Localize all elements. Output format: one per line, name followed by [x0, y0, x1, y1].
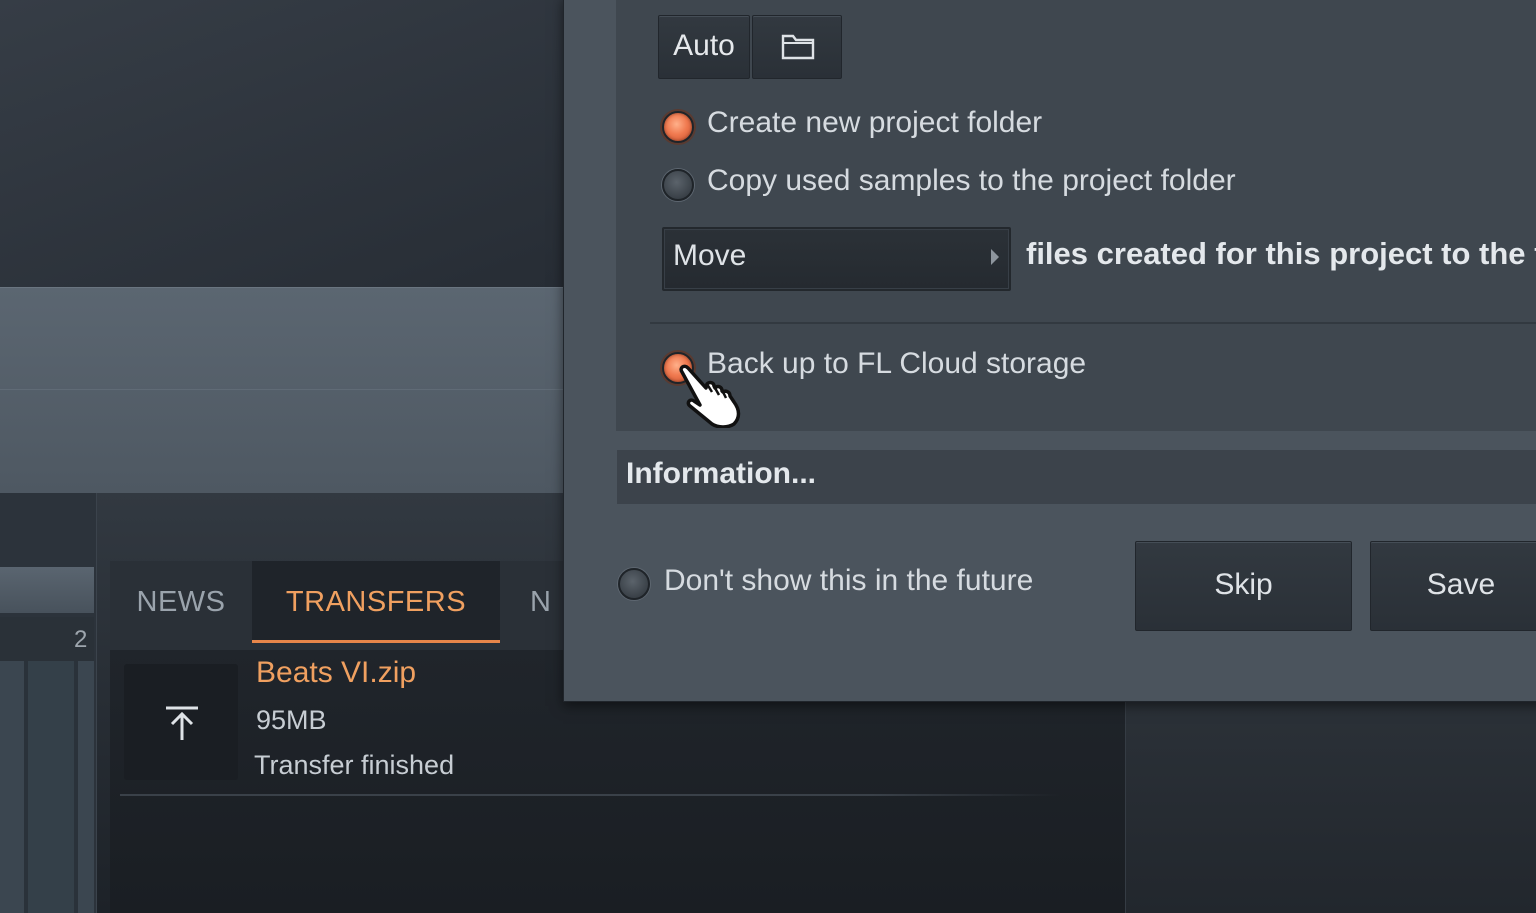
background-toolbar-band [0, 287, 565, 494]
skip-button[interactable]: Skip [1135, 541, 1352, 631]
transfer-file-size: 95MB [256, 705, 327, 735]
information-label: Information... [626, 457, 816, 490]
create-folder-label[interactable]: Create new project folder [707, 106, 1042, 140]
transfer-file-name[interactable]: Beats VI.zip [256, 656, 416, 690]
list-divider [120, 794, 1060, 796]
background-right-panel [1125, 700, 1536, 913]
dont-show-radio[interactable] [618, 568, 650, 600]
transfer-status: Transfer finished [254, 750, 455, 780]
options-divider [650, 322, 1536, 324]
auto-button[interactable]: Auto [658, 15, 750, 79]
create-folder-radio[interactable] [662, 111, 694, 143]
background-divider [0, 389, 565, 390]
playlist-track-grid [0, 661, 94, 913]
dont-show-label[interactable]: Don't show this in the future [664, 564, 1033, 598]
copy-samples-radio[interactable] [662, 169, 694, 201]
tab-transfers[interactable]: TRANSFERS [252, 561, 500, 643]
hand-cursor-icon [679, 364, 741, 428]
move-dropdown[interactable]: Move [662, 227, 1011, 291]
background-workspace [0, 0, 565, 287]
timeline-bar-number: 2 [74, 626, 88, 653]
move-description: files created for this project to the fo [1026, 236, 1536, 271]
upload-icon [166, 706, 198, 740]
save-button[interactable]: Save [1370, 541, 1536, 631]
move-dropdown-value: Move [673, 239, 747, 272]
copy-samples-label[interactable]: Copy used samples to the project folder [707, 164, 1236, 198]
backup-cloud-label[interactable]: Back up to FL Cloud storage [707, 347, 1086, 381]
tab-news[interactable]: NEWS [112, 561, 250, 643]
browse-folder-button[interactable] [752, 15, 842, 79]
playlist-scrollbar[interactable] [0, 567, 94, 613]
dropdown-arrow-icon [991, 249, 999, 265]
folder-icon [781, 34, 815, 60]
